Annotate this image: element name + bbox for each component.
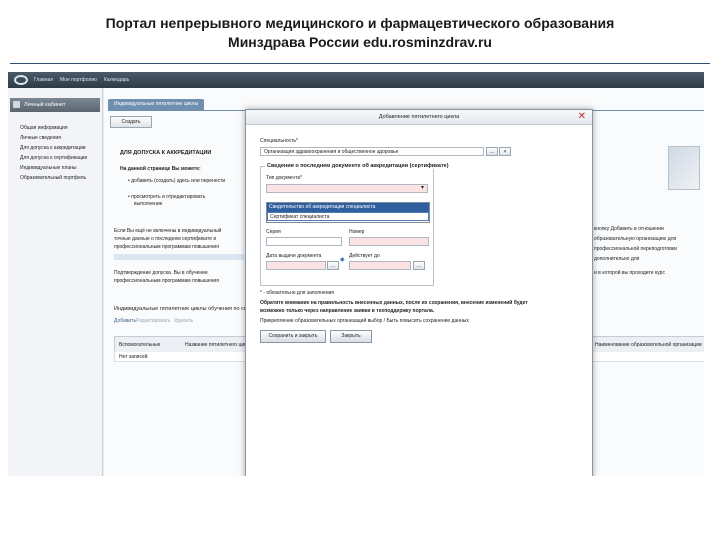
portal-screenshot: Главная Мое портфолио Календарь Личный к… bbox=[8, 72, 704, 476]
required-note: * - обязательно для заполнения bbox=[260, 290, 335, 296]
bullet-edit-cont: выполнение bbox=[134, 201, 163, 207]
chevron-down-icon[interactable]: ▾ bbox=[421, 184, 424, 191]
warning-line-2: возможно только через направление заявки… bbox=[260, 308, 435, 314]
sidebar-item-plans[interactable]: Индивидуальные планы bbox=[20, 165, 76, 171]
right-text-1: кнопку Добавить в отношении bbox=[594, 226, 664, 232]
series-label: Серия bbox=[266, 229, 281, 235]
slide-title: Портал непрерывного медицинского и фарма… bbox=[0, 14, 720, 52]
nav-calendar[interactable]: Календарь bbox=[104, 77, 129, 83]
document-thumbnail-image bbox=[668, 146, 700, 190]
info-paragraph-3: профессиональным программам повышения bbox=[114, 244, 219, 250]
dialog-title-bar[interactable]: Добавление пятилетнего цикла ✕ bbox=[246, 110, 592, 125]
info-icon: ◆ bbox=[340, 257, 345, 263]
sidebar: Личный кабинет Общая информация Личные с… bbox=[8, 88, 103, 476]
add-cycle-dialog: Добавление пятилетнего цикла ✕ Специальн… bbox=[245, 109, 593, 476]
cabinet-icon bbox=[13, 101, 20, 108]
close-button[interactable]: Закрыть bbox=[330, 330, 372, 343]
portal-logo-icon bbox=[14, 75, 28, 85]
sidebar-header[interactable]: Личный кабинет bbox=[10, 98, 100, 112]
close-icon[interactable]: ✕ bbox=[578, 111, 586, 123]
create-button[interactable]: Создать bbox=[110, 116, 152, 128]
nav-home[interactable]: Главная bbox=[34, 77, 53, 83]
option-accreditation-certificate[interactable]: Свидетельство об аккредитации специалист… bbox=[267, 203, 429, 212]
right-text-3: профессиональной переподготовки bbox=[594, 246, 677, 252]
valid-until-field[interactable] bbox=[349, 261, 411, 270]
doc-type-select[interactable] bbox=[266, 184, 428, 193]
last-document-fieldset: Сведения о последнем документе об аккред… bbox=[260, 163, 451, 286]
right-text-4: дополнительно для bbox=[594, 256, 640, 262]
sidebar-item-accreditation[interactable]: Для допуска к аккредитации bbox=[20, 145, 86, 151]
issue-date-label: Дата выдачи документа bbox=[266, 253, 322, 259]
issue-date-calendar-button[interactable]: ... bbox=[327, 261, 339, 270]
title-divider bbox=[10, 63, 710, 64]
right-text-2: образовательную организацию для bbox=[594, 236, 677, 242]
slide-title-line-1: Портал непрерывного медицинского и фарма… bbox=[105, 15, 615, 31]
specialty-label: Специальность* bbox=[260, 138, 298, 144]
fieldset-legend: Сведения о последнем документе об аккред… bbox=[265, 163, 451, 169]
grid-action-add[interactable]: Добавить bbox=[114, 318, 136, 324]
valid-until-calendar-button[interactable]: ... bbox=[413, 261, 425, 270]
option-specialist-certificate[interactable]: Сертификат специалиста bbox=[267, 212, 429, 221]
nav-portfolio[interactable]: Мое портфолио bbox=[60, 77, 97, 83]
info-paragraph-2: точные данные о последнем сертификате и bbox=[114, 236, 217, 242]
top-navigation-bar: Главная Мое портфолио Календарь bbox=[8, 72, 704, 88]
number-field[interactable] bbox=[349, 237, 429, 246]
doc-type-label: Тип документа* bbox=[266, 175, 303, 181]
number-label: Номер bbox=[349, 229, 365, 235]
dialog-title: Добавление пятилетнего цикла bbox=[378, 114, 460, 120]
section-subtitle: На данной странице Вы можете: bbox=[120, 166, 201, 172]
bullet-add: • добавить (создать) здесь или перенести bbox=[128, 178, 226, 184]
grid-col-aux[interactable]: Вспомогательные bbox=[119, 342, 160, 348]
series-field[interactable] bbox=[266, 237, 342, 246]
tab-five-year-cycles[interactable]: Индивидуальные пятилетние циклы bbox=[108, 99, 205, 110]
right-text-5: и в которой вы проходите курс bbox=[594, 270, 665, 276]
sidebar-item-certification[interactable]: Для допуска к сертификации bbox=[20, 155, 87, 161]
specialty-field[interactable]: Организация здравоохранения и общественн… bbox=[260, 147, 484, 156]
slide-title-line-2: Минздрава России edu.rosminzdrav.ru bbox=[228, 34, 492, 50]
specialty-pick-button[interactable]: ... bbox=[486, 147, 498, 156]
sidebar-item-general-info[interactable]: Общая информация bbox=[20, 125, 68, 131]
doc-type-dropdown-list: Свидетельство об аккредитации специалист… bbox=[266, 202, 430, 223]
grid-col-org-name[interactable]: Наименование образовательной организации bbox=[595, 342, 702, 348]
info-paragraph-5: профессиональным программам повышения bbox=[114, 278, 219, 284]
grid-col-cycle-name[interactable]: Название пятилетнего цикла bbox=[185, 342, 252, 348]
grid-action-edit[interactable]: Редактировать bbox=[136, 318, 171, 324]
grid-action-delete[interactable]: Удалить bbox=[174, 318, 193, 324]
save-and-close-button[interactable]: Сохранить и закрыть bbox=[260, 330, 326, 343]
issue-date-field[interactable] bbox=[266, 261, 326, 270]
sidebar-item-personal-info[interactable]: Личные сведения bbox=[20, 135, 61, 141]
valid-until-label: Действует до bbox=[349, 253, 380, 259]
info-line: Прикрепление образовательных организаций… bbox=[260, 318, 469, 324]
sidebar-item-portfolio[interactable]: Образовательный портфель bbox=[20, 175, 86, 181]
info-paragraph-4: Подтверждение допуска. Вы в обучение bbox=[114, 270, 208, 276]
info-link-highlight bbox=[114, 254, 244, 260]
sidebar-header-label: Личный кабинет bbox=[24, 102, 66, 108]
bullet-edit: • просмотреть и отредактировать bbox=[128, 194, 206, 200]
section-title: ДЛЯ ДОПУСКА К АККРЕДИТАЦИИ bbox=[120, 150, 212, 156]
specialty-clear-button[interactable]: × bbox=[499, 147, 511, 156]
grid-empty-text: Нет записей bbox=[119, 354, 148, 360]
info-paragraph-1: Если Вы ещё не включены в индивидуальный bbox=[114, 228, 222, 234]
warning-line-1: Обратите внимание на правильность внесен… bbox=[260, 300, 528, 306]
